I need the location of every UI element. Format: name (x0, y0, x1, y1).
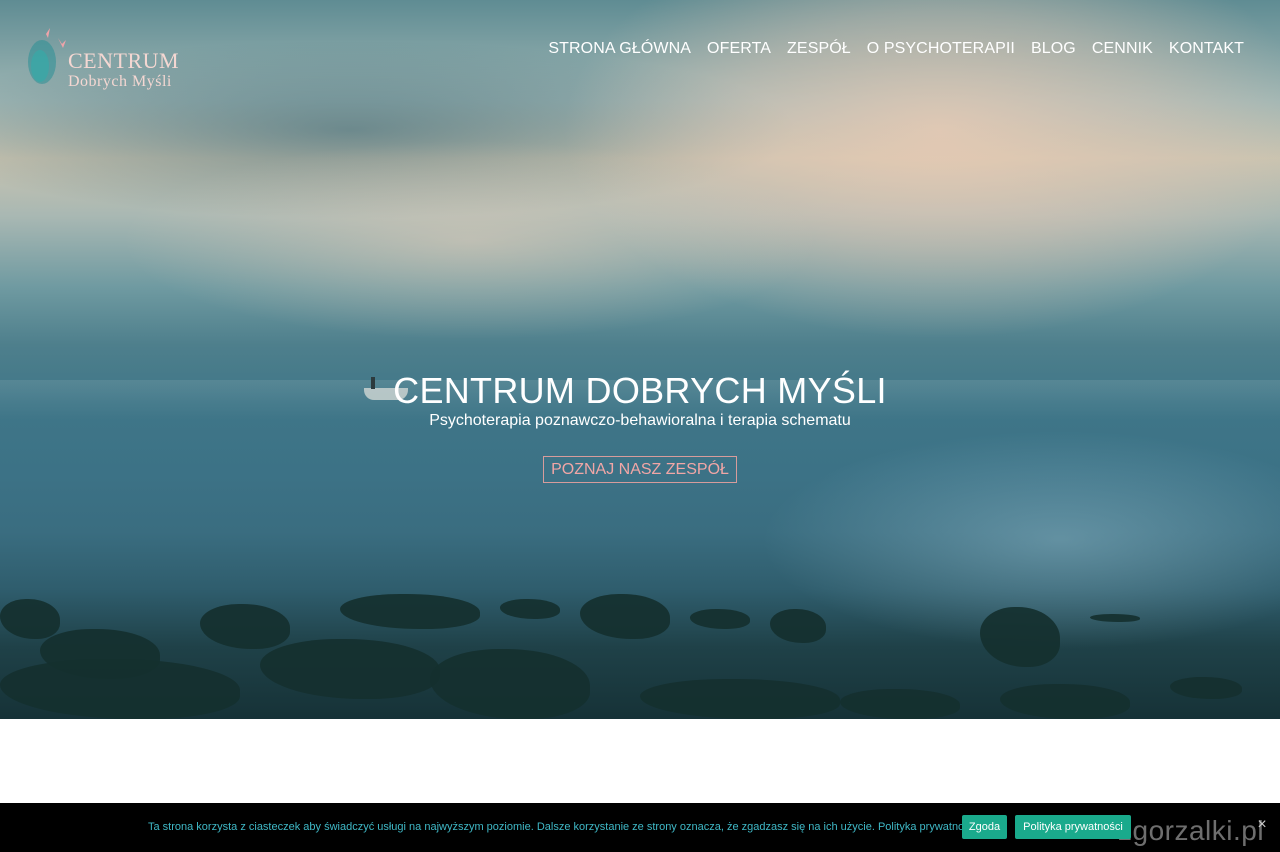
logo-butterfly-icon (28, 26, 66, 84)
cookie-message: Ta strona korzysta z ciasteczek aby świa… (148, 821, 978, 833)
nav-item-contact[interactable]: KONTAKT (1161, 39, 1252, 59)
hero-background-glow-secondary (120, 140, 820, 340)
hero-subtitle: Psychoterapia poznawczo-behawioralna i t… (429, 412, 851, 429)
hero-section: CENTRUM Dobrych Myśli STRONA GŁÓWNA OFER… (0, 0, 1280, 719)
cookie-privacy-policy-button[interactable]: Polityka prywatności (1015, 815, 1131, 839)
nav-item-team[interactable]: ZESPÓŁ (779, 39, 859, 59)
logo-subtitle: Dobrych Myśli (68, 73, 172, 90)
nav-item-about-psychotherapy[interactable]: O PSYCHOTERAPII (859, 39, 1023, 59)
watermark: zgorzalki.pl (1118, 815, 1265, 846)
hero-title: CENTRUM DOBRYCH MYŚLI (393, 370, 887, 411)
close-icon[interactable]: × (1254, 816, 1270, 834)
nav-item-home[interactable]: STRONA GŁÓWNA (540, 39, 699, 59)
cookie-accept-button[interactable]: Zgoda (962, 815, 1007, 839)
nav-item-offer[interactable]: OFERTA (699, 39, 779, 59)
main-navigation: STRONA GŁÓWNA OFERTA ZESPÓŁ O PSYCHOTERA… (540, 39, 1252, 59)
nav-item-blog[interactable]: BLOG (1023, 39, 1084, 59)
nav-item-pricing[interactable]: CENNIK (1084, 39, 1161, 59)
logo-title: CENTRUM (68, 48, 180, 73)
meet-team-button[interactable]: POZNAJ NASZ ZESPÓŁ (543, 456, 737, 483)
rocks-foreground (0, 589, 1280, 719)
site-logo[interactable]: CENTRUM Dobrych Myśli (20, 20, 185, 100)
